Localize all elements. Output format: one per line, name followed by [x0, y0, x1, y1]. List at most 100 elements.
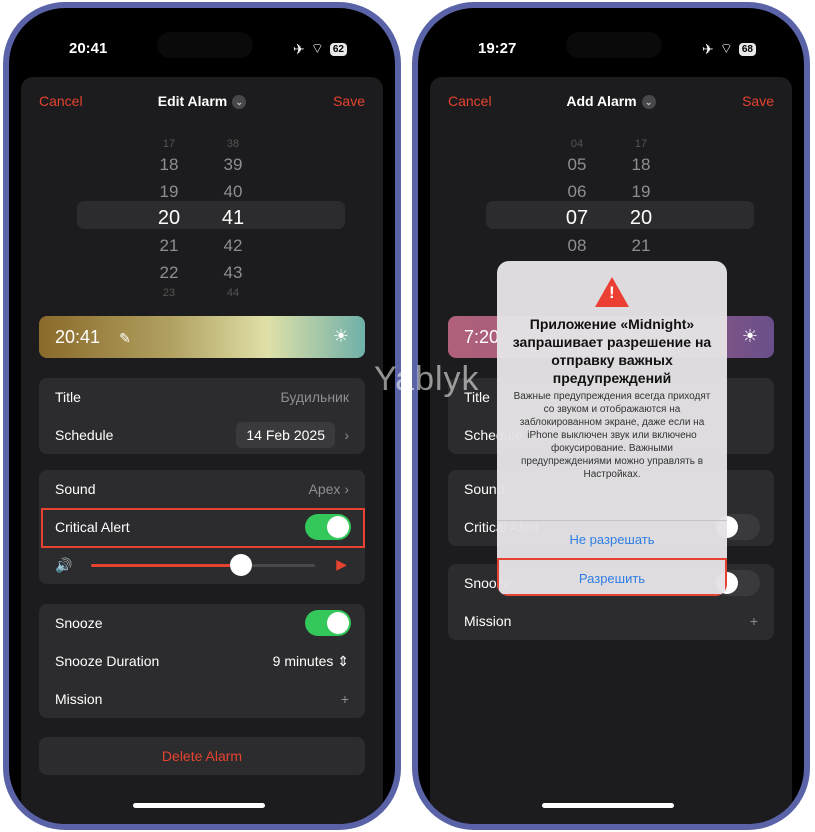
hour: 04 — [570, 138, 584, 150]
alarm-banner[interactable]: 20:41 ✎ ☀ — [39, 316, 365, 358]
hour: 18 — [159, 155, 179, 174]
screen: 19:27 ✈ ⌔ 68 Cancel Add Alarm ⌄ Save 04 05 06… — [418, 8, 804, 824]
minute: 17 — [634, 138, 648, 150]
warning-icon: ! — [595, 277, 629, 307]
minute-wheel[interactable]: 38 39 40 41 42 43 44 — [213, 137, 253, 300]
duration-text: 9 minutes — [272, 653, 334, 669]
minute: 42 — [223, 236, 243, 255]
title-text: Edit Alarm — [157, 93, 228, 109]
schedule-date[interactable]: 14 Feb 2025 — [236, 422, 335, 448]
nav-bar: Cancel Edit Alarm ⌄ Save — [21, 93, 383, 113]
title-text: Add Alarm — [566, 93, 637, 109]
picker-selection — [77, 201, 345, 229]
plus-icon[interactable]: + — [341, 691, 349, 707]
dynamic-island — [157, 32, 253, 58]
home-indicator — [542, 803, 674, 808]
sunrise-icon: ☀ — [332, 326, 349, 346]
row-label: Mission — [55, 691, 103, 707]
hour-selected: 07 — [565, 207, 589, 229]
delete-alarm-button[interactable]: Delete Alarm — [39, 737, 365, 775]
page-title[interactable]: Edit Alarm ⌄ — [21, 93, 383, 109]
hour: 22 — [159, 263, 179, 282]
row-label: Sound — [55, 481, 96, 497]
mission-row[interactable]: Mission + — [448, 602, 774, 640]
snooze-duration-row[interactable]: Snooze Duration 9 minutes ⇕ — [39, 642, 365, 680]
alert-title: Приложение «Midnight» запрашивает разреш… — [512, 316, 712, 386]
hour-wheel[interactable]: 04 05 06 07 08 — [557, 137, 597, 259]
allow-button[interactable]: Разрешить — [497, 558, 727, 596]
status-icons: ✈ ⌔ 62 — [293, 40, 347, 58]
row-label: Title — [55, 389, 81, 405]
sunrise-rain-icon: ☀ — [741, 326, 758, 346]
hour: 21 — [159, 236, 179, 255]
row-label: Schedule — [55, 427, 114, 443]
row-label: Snooze Duration — [55, 653, 160, 669]
picker-selection — [486, 201, 754, 229]
nav-bar: Cancel Add Alarm ⌄ Save — [430, 93, 792, 113]
permission-alert: ! Приложение «Midnight» запрашивает разр… — [497, 261, 727, 596]
minute: 44 — [226, 287, 240, 299]
minute-selected: 41 — [221, 207, 245, 229]
speaker-icon: 🔊 — [55, 557, 73, 573]
minute: 43 — [223, 263, 243, 282]
title-value: Будильник — [280, 389, 349, 405]
minute: 40 — [223, 182, 243, 201]
watermark: Yablyk — [374, 360, 480, 398]
alert-message: Важные предупреждения всегда приходят со… — [513, 391, 711, 480]
title-row[interactable]: Title Будильник — [39, 378, 365, 416]
hour: 08 — [567, 236, 587, 255]
time-picker[interactable]: 17 18 19 20 21 22 23 38 39 40 41 42 43 44 — [21, 137, 383, 299]
plus-icon[interactable]: + — [750, 613, 758, 629]
schedule-row[interactable]: Schedule 14 Feb 2025 › — [39, 416, 365, 454]
hour: 05 — [567, 155, 587, 174]
sound-value: Apex › — [308, 481, 349, 497]
volume-slider[interactable] — [91, 554, 315, 576]
pencil-icon[interactable]: ✎ — [119, 330, 131, 346]
play-icon[interactable]: ▶ — [336, 556, 347, 573]
sound-name: Apex — [308, 481, 341, 497]
title-schedule-card: Title Будильник Schedule 14 Feb 2025 › — [39, 378, 365, 454]
status-time: 20:41 — [69, 40, 108, 57]
volume-row: 🔊 ▶ — [39, 546, 365, 584]
highlight-critical-alert — [41, 508, 365, 548]
minute: 19 — [631, 182, 651, 201]
page-title[interactable]: Add Alarm ⌄ — [430, 93, 792, 109]
airplane-icon: ✈ — [292, 40, 305, 57]
minute-selected: 20 — [629, 207, 653, 229]
save-button[interactable]: Save — [742, 93, 774, 109]
chevron-down-icon: ⌄ — [641, 95, 656, 109]
duration-value: 9 minutes ⇕ — [272, 653, 349, 669]
chevron-right-icon: › — [344, 427, 349, 443]
battery-icon: 62 — [329, 42, 347, 56]
save-button[interactable]: Save — [333, 93, 365, 109]
hour: 23 — [162, 287, 176, 299]
battery-icon: 68 — [738, 42, 756, 56]
minute-wheel[interactable]: 17 18 19 20 21 — [621, 137, 661, 259]
status-icons: ✈ ⌔ 68 — [702, 40, 756, 58]
left-phone: 20:41 ✈ ⌔ 62 Cancel Edit Alarm ⌄ Save 17 18 1… — [3, 2, 401, 830]
home-indicator — [133, 803, 265, 808]
status-time: 19:27 — [478, 40, 517, 57]
wifi-icon: ⌔ — [719, 40, 733, 56]
snooze-toggle[interactable] — [305, 610, 351, 636]
hour-selected: 20 — [157, 207, 181, 229]
row-label: Snooze — [55, 615, 103, 631]
banner-time: 20:41 — [55, 327, 101, 347]
minute: 21 — [631, 236, 651, 255]
hour: 19 — [159, 182, 179, 201]
minute: 18 — [631, 155, 651, 174]
mission-row[interactable]: Mission + — [39, 680, 365, 718]
alarm-sheet: Cancel Add Alarm ⌄ Save 04 05 06 07 08 17 18 19… — [430, 77, 792, 824]
dynamic-island — [566, 32, 662, 58]
deny-button[interactable]: Не разрешать — [497, 520, 727, 558]
snooze-row: Snooze — [39, 604, 365, 642]
wifi-icon: ⌔ — [310, 40, 324, 56]
hour: 17 — [162, 138, 176, 150]
screen: 20:41 ✈ ⌔ 62 Cancel Edit Alarm ⌄ Save 17 18 1… — [9, 8, 395, 824]
sound-row[interactable]: Sound Apex › — [39, 470, 365, 508]
snooze-card: Snooze Snooze Duration 9 minutes ⇕ Missio… — [39, 604, 365, 718]
hour-wheel[interactable]: 17 18 19 20 21 22 23 — [149, 137, 189, 300]
alarm-sheet: Cancel Edit Alarm ⌄ Save 17 18 19 20 21 22 23 3… — [21, 77, 383, 824]
right-phone: 19:27 ✈ ⌔ 68 Cancel Add Alarm ⌄ Save 04 05 06… — [412, 2, 810, 830]
chevron-down-icon: ⌄ — [232, 95, 247, 109]
